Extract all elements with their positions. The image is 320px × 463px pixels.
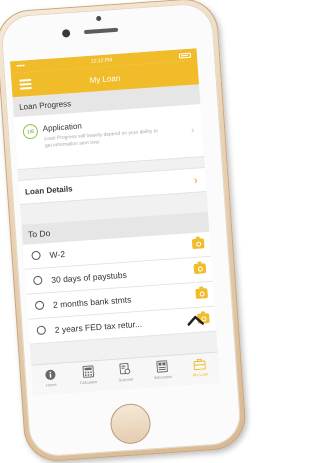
- battery-icon: [178, 52, 192, 59]
- camera-icon: [197, 265, 203, 272]
- chevron-up-icon[interactable]: [185, 310, 206, 331]
- step-title: Application: [42, 121, 83, 134]
- loan-details-label: Loan Details: [24, 184, 73, 197]
- tab-label: Scanner: [118, 376, 134, 383]
- camera-upload-button[interactable]: [191, 238, 205, 250]
- camera-icon: [195, 240, 201, 247]
- todo-radio[interactable]: [33, 275, 43, 286]
- todo-radio[interactable]: [34, 300, 45, 311]
- status-time: 12:12 PM: [90, 57, 113, 65]
- tab-calculator[interactable]: Calculator: [69, 360, 108, 393]
- info-icon: [44, 368, 57, 381]
- app-screen: ••••• 12:12 PM My Loan Loan Progress 1/6…: [9, 48, 220, 396]
- todo-label: 2 years FED tax retur...: [54, 318, 143, 335]
- phone-frame: ••••• 12:12 PM My Loan Loan Progress 1/6…: [0, 0, 248, 463]
- calculator-icon: [82, 365, 95, 378]
- hamburger-menu-icon[interactable]: [19, 78, 32, 90]
- tab-label: Calculator: [79, 379, 98, 386]
- camera-icon: [198, 290, 205, 297]
- chevron-right-icon: ›: [190, 124, 195, 135]
- education-icon: [156, 360, 169, 373]
- tab-home[interactable]: Home: [31, 363, 70, 396]
- todo-label: 30 days of paystubs: [50, 269, 128, 285]
- camera-upload-button[interactable]: [193, 263, 207, 274]
- signal-indicator: •••••: [16, 63, 25, 70]
- camera-upload-button[interactable]: [195, 288, 208, 299]
- todo-radio[interactable]: [31, 250, 41, 261]
- tab-label: My Loan: [192, 371, 209, 378]
- tab-label: Education: [154, 373, 173, 381]
- progress-step-badge: 1/6: [22, 123, 39, 140]
- todo-label: W-2: [49, 248, 66, 261]
- tab-my-loan[interactable]: My Loan: [181, 353, 220, 386]
- briefcase-icon: [193, 357, 207, 370]
- chevron-right-icon: ›: [193, 174, 199, 187]
- tab-education[interactable]: Education: [143, 355, 182, 388]
- tab-scanner[interactable]: Scanner: [106, 358, 145, 391]
- todo-label: 2 months bank stmts: [52, 294, 132, 310]
- scanner-icon: [119, 362, 132, 376]
- todo-radio[interactable]: [36, 325, 47, 336]
- tab-label: Home: [45, 381, 57, 388]
